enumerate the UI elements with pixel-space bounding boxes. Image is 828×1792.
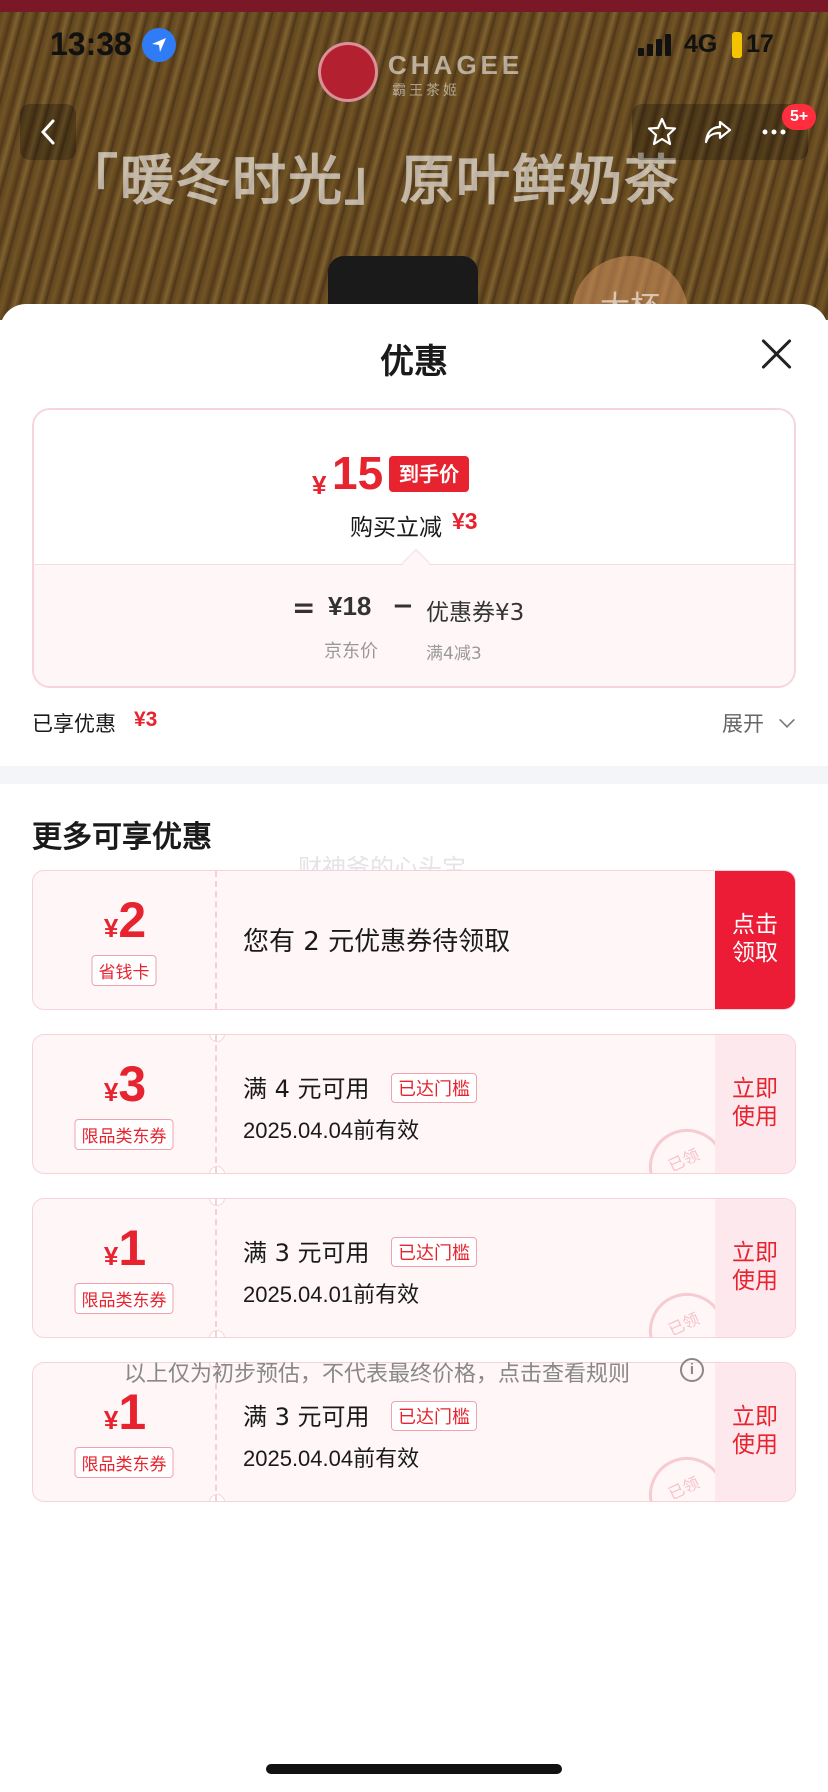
share-icon[interactable] [702, 116, 734, 148]
coupon-type-tag: 省钱卡 [91, 955, 157, 986]
enjoyed-discount-label: 已享优惠 [32, 712, 116, 736]
notification-badge: 5+ [782, 104, 817, 130]
coupon-card-savings[interactable]: ¥2 省钱卡 您有 2 元优惠券待领取 点击 领取 [32, 870, 796, 1010]
location-arrow-icon [142, 28, 176, 62]
use-coupon-button[interactable]: 立即 使用 [715, 1199, 795, 1337]
network-label: 4G [684, 30, 718, 58]
coupon-value: ¥3 [103, 1056, 147, 1112]
status-time: 13:38 [50, 26, 132, 62]
sheet-title: 优惠 [380, 342, 448, 382]
coupon-value: ¥2 [103, 892, 147, 948]
coupon-value-area: ¥3 限品类东券 [33, 1035, 217, 1173]
status-bar: 13:38 4G 17 [0, 22, 828, 66]
star-icon[interactable] [646, 116, 678, 148]
signal-icon [638, 34, 674, 56]
use-coupon-button[interactable]: 立即 使用 [715, 1363, 795, 1501]
home-indicator [266, 1764, 562, 1774]
info-icon[interactable]: i [680, 1358, 704, 1382]
back-button[interactable] [20, 104, 76, 160]
minus-sign: − [392, 591, 414, 621]
final-price-section: ¥ 15 到手价 购买立减 ¥3 [34, 410, 794, 564]
coupon-expiry: 2025.04.04前有效 [243, 1118, 420, 1143]
close-icon[interactable] [758, 336, 794, 372]
instant-discount-label: 购买立减 [350, 515, 442, 541]
hero-title: 「暖冬时光」原叶鲜奶茶 [64, 149, 680, 212]
price-breakdown-card: ¥ 15 到手价 购买立减 ¥3 = ¥18 京东价 − 优惠券¥3 满4减3 [32, 408, 796, 688]
coupon-condition: 满4减3 [426, 644, 482, 664]
coupon-type-tag: 限品类东券 [74, 1283, 174, 1314]
price-disclaimer[interactable]: 以上仅为初步预估，不代表最终价格，点击查看规则 [124, 1356, 630, 1388]
threshold-met-badge: 已达门槛 [391, 1401, 477, 1431]
equals-sign: = [292, 591, 316, 624]
threshold-met-badge: 已达门槛 [391, 1237, 477, 1267]
brand-subtitle: 霸王茶姬 [392, 83, 460, 99]
discount-sheet: 优惠 ¥ 15 到手价 购买立减 ¥3 = ¥18 京东价 − 优惠券¥3 满4… [0, 304, 828, 1792]
coupon-condition: 满 3 元可用 [243, 1239, 370, 1267]
more-discounts-title: 更多可享优惠 [32, 820, 212, 855]
coupon-card[interactable]: ¥3 限品类东券 满 4 元可用 已达门槛 2025.04.04前有效 已领 立… [32, 1034, 796, 1174]
final-price-tag: 到手价 [389, 456, 469, 492]
coupon-value: ¥1 [103, 1220, 147, 1276]
instant-discount-amount: ¥3 [452, 508, 478, 534]
coupon-card[interactable]: ¥1 限品类东券 满 3 元可用 已达门槛 2025.04.01前有效 已领 立… [32, 1198, 796, 1338]
coupon-condition: 满 4 元可用 [243, 1075, 370, 1103]
coupon-deduction: 优惠券¥3 [426, 600, 525, 626]
chevron-left-icon [40, 119, 55, 145]
battery-level: 17 [746, 30, 774, 58]
coupon-type-tag: 限品类东券 [74, 1119, 174, 1150]
coupon-value-area: ¥2 省钱卡 [33, 871, 217, 1009]
coupon-expiry: 2025.04.04前有效 [243, 1446, 420, 1471]
coupon-value: ¥1 [103, 1384, 147, 1440]
final-price: 15 [332, 447, 384, 499]
expand-button[interactable]: 展开 [722, 708, 764, 738]
price-formula-section: = ¥18 京东价 − 优惠券¥3 满4减3 [34, 564, 794, 686]
threshold-met-badge: 已达门槛 [391, 1073, 477, 1103]
coupon-type-tag: 限品类东券 [74, 1447, 174, 1478]
section-divider [0, 766, 828, 784]
chevron-down-icon[interactable] [779, 712, 795, 728]
currency-symbol: ¥ [312, 470, 327, 500]
coupon-value-area: ¥1 限品类东券 [33, 1199, 217, 1337]
coupon-expiry: 2025.04.01前有效 [243, 1282, 420, 1307]
battery-icon [732, 32, 742, 58]
coupon-description: 您有 2 元优惠券待领取 [243, 927, 511, 957]
use-coupon-button[interactable]: 立即 使用 [715, 1035, 795, 1173]
coupon-condition: 满 3 元可用 [243, 1403, 370, 1431]
jd-price: ¥18 [328, 591, 372, 621]
jd-price-label: 京东价 [324, 641, 378, 662]
enjoyed-discount-amount: ¥3 [134, 708, 158, 731]
claim-coupon-button[interactable]: 点击 领取 [715, 871, 795, 1009]
